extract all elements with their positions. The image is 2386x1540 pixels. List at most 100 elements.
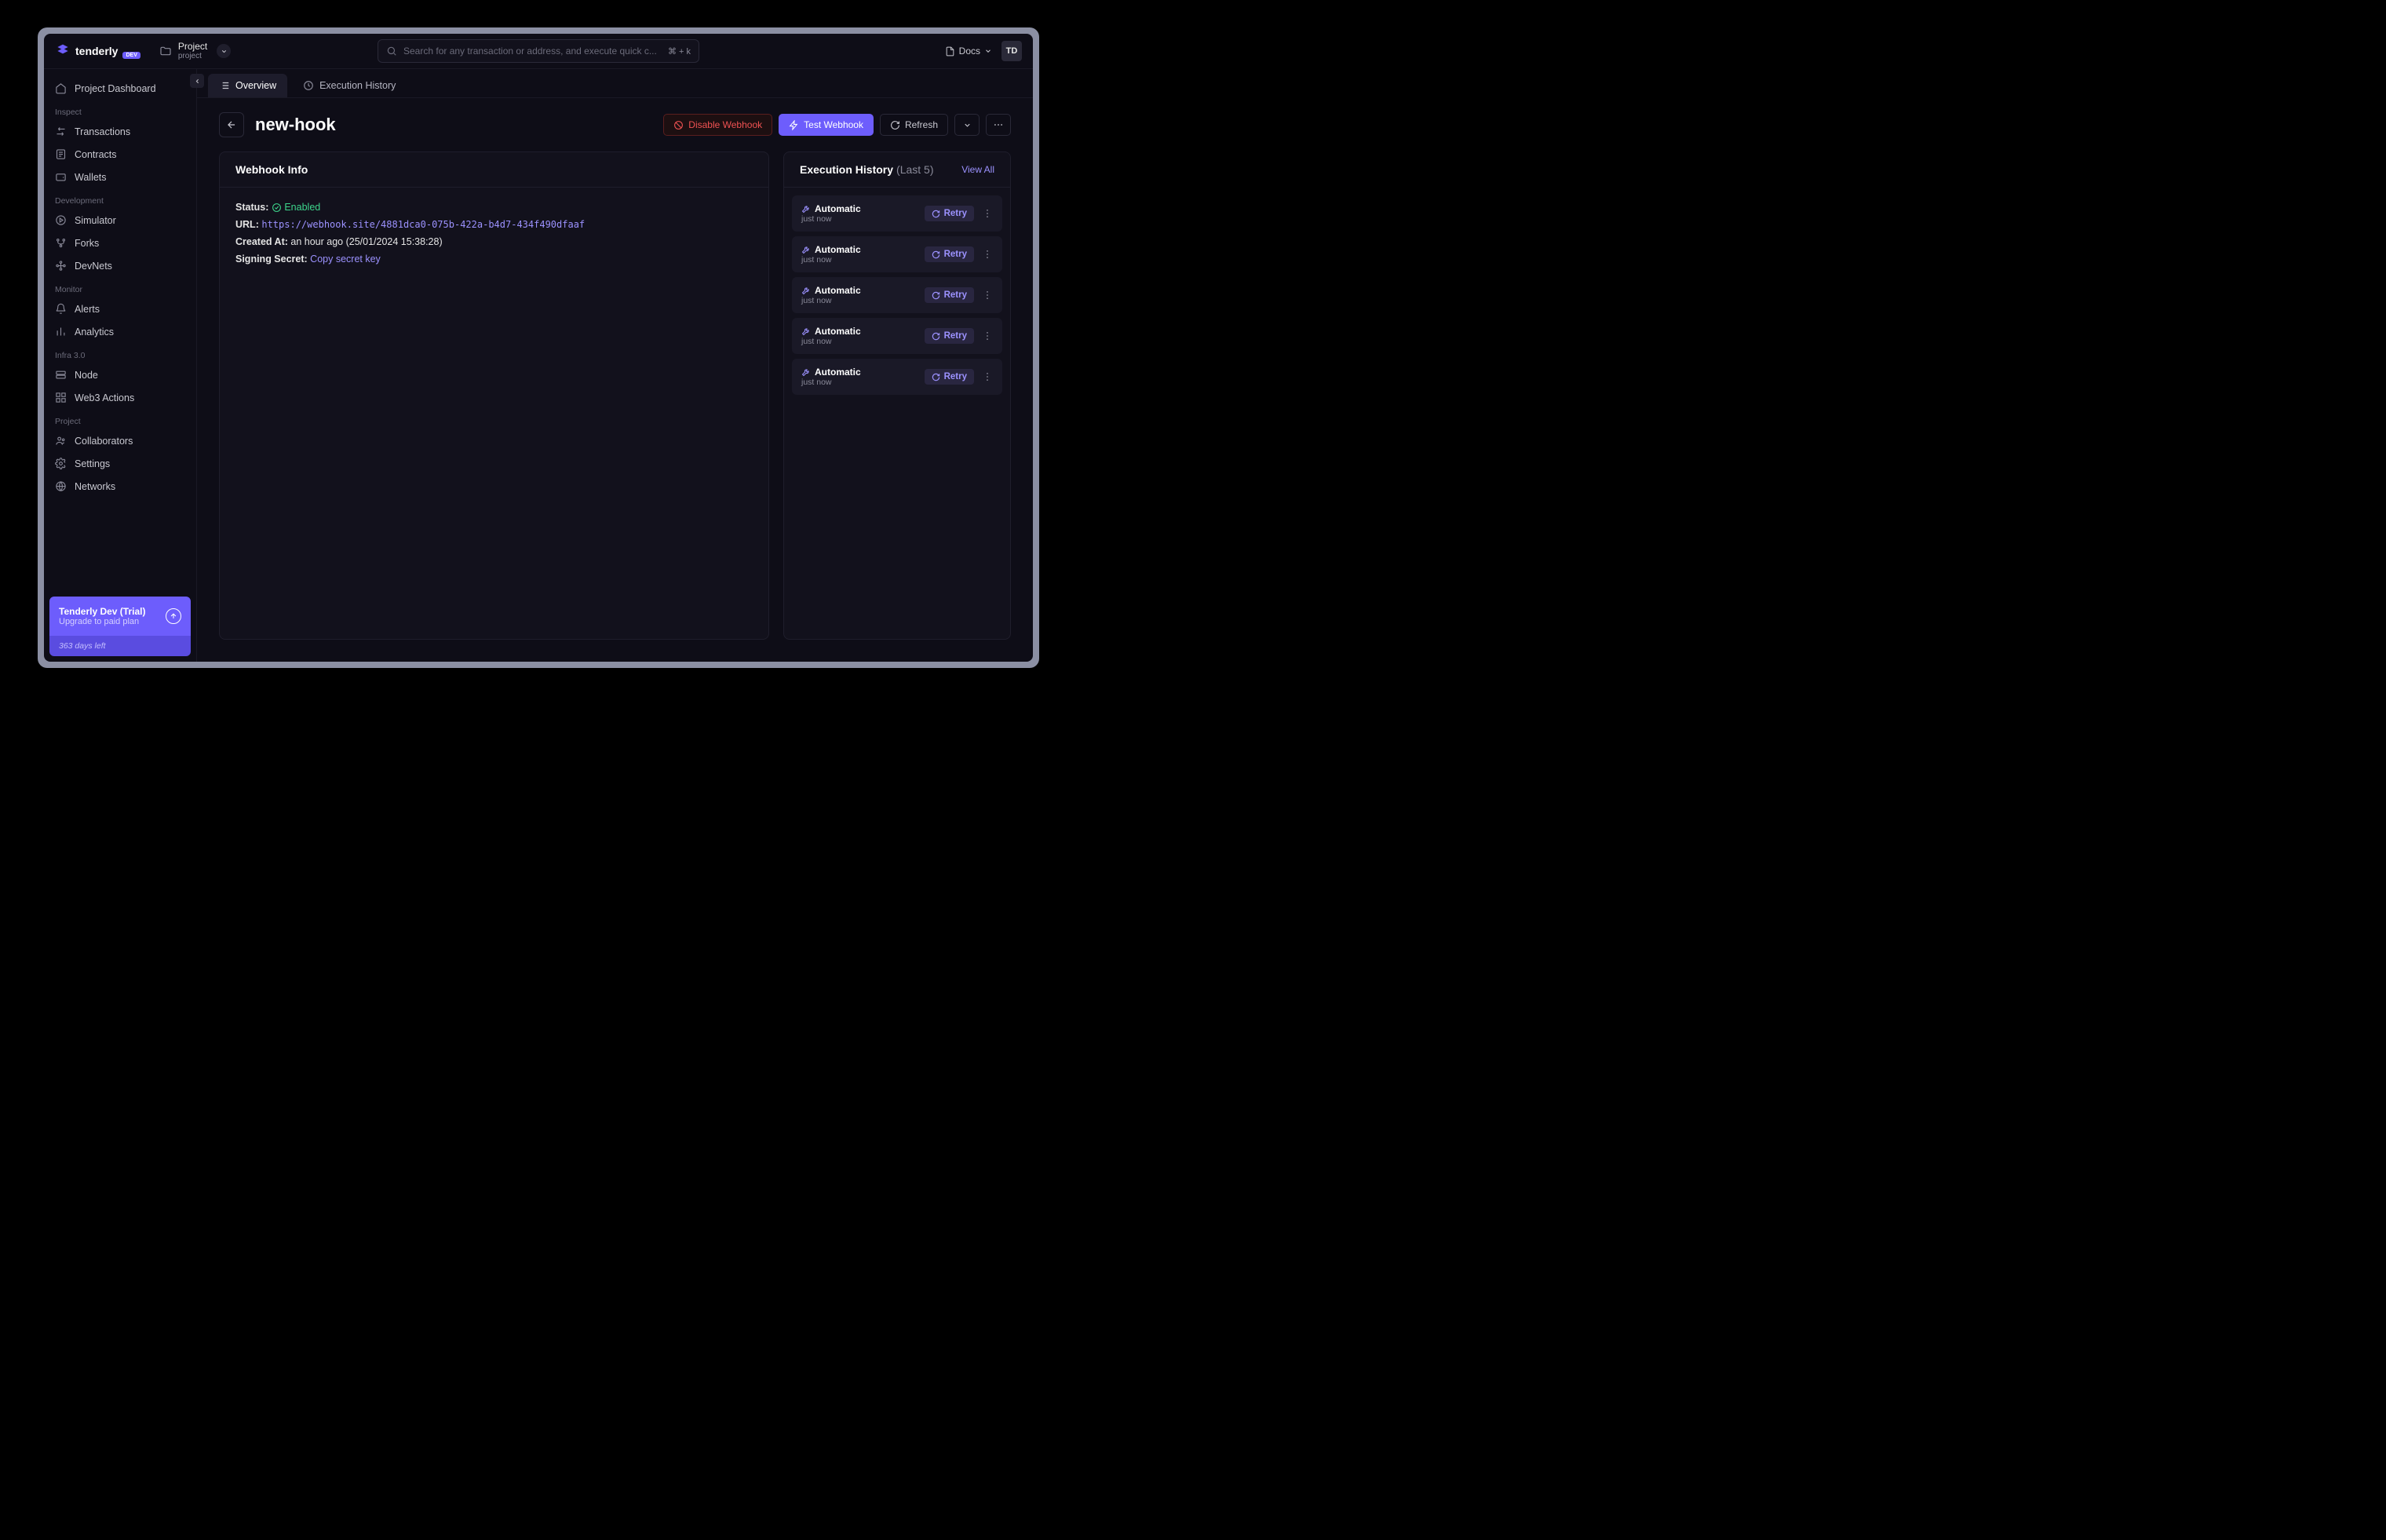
execution-type: Automatic xyxy=(815,367,861,378)
sidebar-item-label: Transactions xyxy=(75,126,130,137)
wrench-icon xyxy=(801,245,811,254)
back-button[interactable] xyxy=(219,112,244,137)
card-heading: Webhook Info xyxy=(220,152,768,188)
sidebar-item-label: Simulator xyxy=(75,215,116,226)
chevron-down-icon xyxy=(984,47,992,55)
refresh-icon xyxy=(890,120,900,130)
sidebar-item-web3-actions[interactable]: Web3 Actions xyxy=(44,386,196,409)
sidebar-item-alerts[interactable]: Alerts xyxy=(44,297,196,320)
status-row: Status: Enabled xyxy=(235,202,753,213)
retry-button[interactable]: Retry xyxy=(925,287,974,303)
sidebar-heading: Monitor xyxy=(44,277,196,297)
execution-item[interactable]: Automatic just now Retry xyxy=(792,318,1002,354)
sidebar: Project Dashboard Inspect Transactions C… xyxy=(44,69,197,662)
status-value: Enabled xyxy=(284,202,320,213)
user-avatar[interactable]: TD xyxy=(1001,41,1022,61)
item-menu-button[interactable] xyxy=(982,208,993,219)
url-label: URL: xyxy=(235,219,259,230)
refresh-icon xyxy=(932,373,940,381)
refresh-dropdown-button[interactable] xyxy=(954,114,980,136)
created-row: Created At: an hour ago (25/01/2024 15:3… xyxy=(235,236,753,247)
sidebar-item-contracts[interactable]: Contracts xyxy=(44,143,196,166)
retry-label: Retry xyxy=(944,372,967,381)
sidebar-heading: Infra 3.0 xyxy=(44,343,196,363)
execution-item[interactable]: Automatic just now Retry xyxy=(792,359,1002,395)
sidebar-item-settings[interactable]: Settings xyxy=(44,452,196,475)
sidebar-item-simulator[interactable]: Simulator xyxy=(44,209,196,232)
sidebar-item-label: Contracts xyxy=(75,149,117,160)
sidebar-item-node[interactable]: Node xyxy=(44,363,196,386)
card-heading-suffix: (Last 5) xyxy=(896,163,933,176)
refresh-icon xyxy=(932,291,940,300)
execution-type: Automatic xyxy=(815,326,861,337)
sidebar-item-collaborators[interactable]: Collaborators xyxy=(44,429,196,452)
upgrade-banner[interactable]: Tenderly Dev (Trial) Upgrade to paid pla… xyxy=(49,597,191,656)
list-icon xyxy=(219,80,230,91)
sidebar-collapse-button[interactable] xyxy=(190,74,204,88)
wrench-icon xyxy=(801,327,811,336)
sidebar-item-devnets[interactable]: DevNets xyxy=(44,254,196,277)
gear-icon xyxy=(55,458,67,469)
execution-time: just now xyxy=(801,378,861,387)
tab-overview[interactable]: Overview xyxy=(208,74,287,97)
web3-actions-icon xyxy=(55,392,67,403)
execution-item[interactable]: Automatic just now Retry xyxy=(792,277,1002,313)
search-field[interactable] xyxy=(403,46,662,57)
sidebar-item-transactions[interactable]: Transactions xyxy=(44,120,196,143)
retry-button[interactable]: Retry xyxy=(925,246,974,262)
folder-icon xyxy=(159,45,172,57)
execution-time: just now xyxy=(801,296,861,305)
execution-item[interactable]: Automatic just now Retry xyxy=(792,236,1002,272)
copy-secret-link[interactable]: Copy secret key xyxy=(310,254,381,265)
tab-execution-history[interactable]: Execution History xyxy=(292,74,407,97)
sidebar-item-label: Web3 Actions xyxy=(75,392,134,403)
wrench-icon xyxy=(801,367,811,377)
execution-time: just now xyxy=(801,337,861,346)
more-actions-button[interactable] xyxy=(986,114,1011,136)
test-webhook-button[interactable]: Test Webhook xyxy=(779,114,874,136)
refresh-button[interactable]: Refresh xyxy=(880,114,948,136)
project-switcher[interactable]: Project project xyxy=(159,42,231,60)
execution-time: just now xyxy=(801,214,861,224)
project-slug: project xyxy=(178,52,207,60)
forks-icon xyxy=(55,237,67,249)
execution-type: Automatic xyxy=(815,203,861,214)
project-name: Project xyxy=(178,42,207,52)
sidebar-item-analytics[interactable]: Analytics xyxy=(44,320,196,343)
refresh-icon xyxy=(932,332,940,341)
retry-button[interactable]: Retry xyxy=(925,369,974,385)
disable-webhook-button[interactable]: Disable Webhook xyxy=(663,114,772,136)
item-menu-button[interactable] xyxy=(982,249,993,260)
devnets-icon xyxy=(55,260,67,272)
topbar: tenderly DEV Project project ⌘ + k Docs xyxy=(44,34,1033,69)
sidebar-item-dashboard[interactable]: Project Dashboard xyxy=(44,77,196,100)
item-menu-button[interactable] xyxy=(982,371,993,382)
sidebar-item-forks[interactable]: Forks xyxy=(44,232,196,254)
brand-logo[interactable]: tenderly DEV xyxy=(55,43,140,59)
url-value[interactable]: https://webhook.site/4881dca0-075b-422a-… xyxy=(261,219,585,230)
sidebar-item-networks[interactable]: Networks xyxy=(44,475,196,498)
sidebar-item-label: Project Dashboard xyxy=(75,83,156,94)
sidebar-item-label: Collaborators xyxy=(75,436,133,447)
docs-link[interactable]: Docs xyxy=(945,46,992,57)
item-menu-button[interactable] xyxy=(982,330,993,341)
check-circle-icon xyxy=(272,203,282,213)
view-all-link[interactable]: View All xyxy=(961,164,994,175)
search-input[interactable]: ⌘ + k xyxy=(378,39,699,63)
retry-button[interactable]: Retry xyxy=(925,206,974,221)
item-menu-button[interactable] xyxy=(982,290,993,301)
clock-icon xyxy=(303,80,314,91)
sidebar-heading: Inspect xyxy=(44,100,196,120)
sidebar-item-wallets[interactable]: Wallets xyxy=(44,166,196,188)
sidebar-item-label: DevNets xyxy=(75,261,112,272)
wrench-icon xyxy=(801,204,811,213)
secret-label: Signing Secret: xyxy=(235,254,308,265)
upgrade-remaining: 363 days left xyxy=(49,636,191,656)
alerts-icon xyxy=(55,303,67,315)
button-label: Test Webhook xyxy=(804,119,863,130)
analytics-icon xyxy=(55,326,67,338)
retry-button[interactable]: Retry xyxy=(925,328,974,344)
execution-item[interactable]: Automatic just now Retry xyxy=(792,195,1002,232)
button-label: Disable Webhook xyxy=(688,119,762,130)
chevron-down-icon xyxy=(217,44,231,58)
